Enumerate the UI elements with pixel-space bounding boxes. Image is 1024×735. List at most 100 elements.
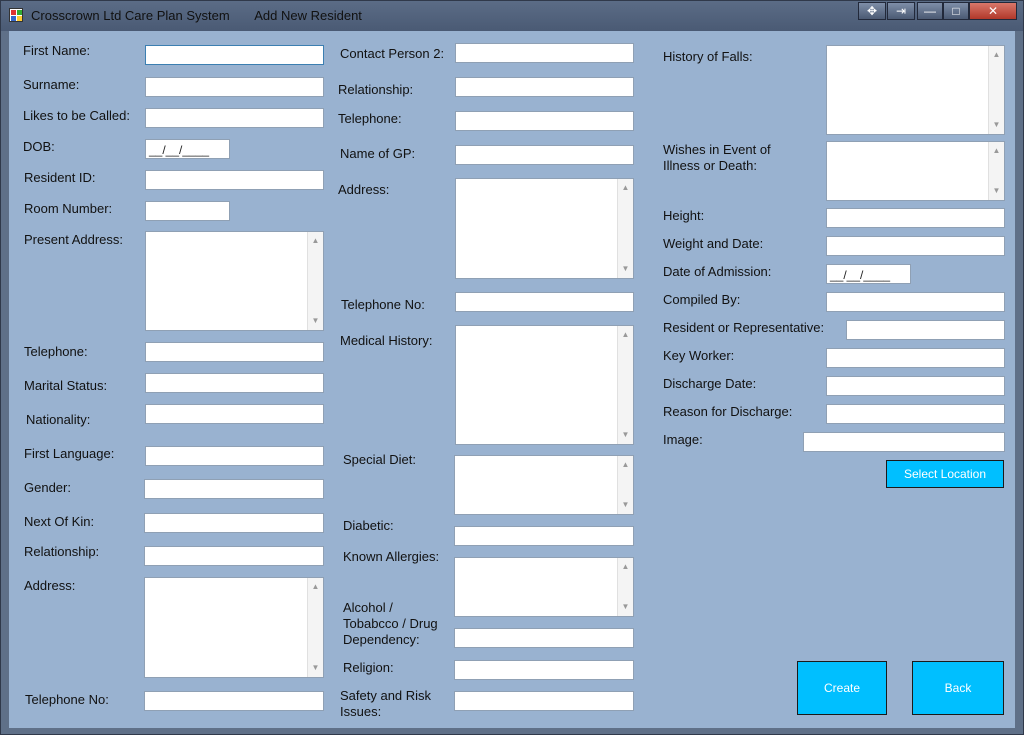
scrollbar[interactable]: ▲ ▼ <box>617 326 633 444</box>
religion-input[interactable] <box>454 660 634 680</box>
scroll-down-icon[interactable]: ▼ <box>989 118 1004 132</box>
date-of-admission-input[interactable]: __/__/____ <box>826 264 911 284</box>
special-diet-textarea[interactable]: ▲ ▼ <box>454 455 634 515</box>
next-of-kin-input[interactable] <box>144 513 324 533</box>
key-worker-input[interactable] <box>826 348 1005 368</box>
relationship-input[interactable] <box>144 546 324 566</box>
resident-or-representative-input[interactable] <box>846 320 1005 340</box>
first-language-input[interactable] <box>145 446 324 466</box>
telephone-no-input[interactable] <box>144 691 324 711</box>
title-bar[interactable]: Crosscrown Ltd Care Plan System Add New … <box>1 1 1023 31</box>
likes-to-be-called-input[interactable] <box>145 108 324 128</box>
present-address-textarea[interactable]: ▲ ▼ <box>145 231 324 331</box>
special-diet-label: Special Diet: <box>343 452 416 467</box>
scrollbar[interactable]: ▲ ▼ <box>617 456 633 514</box>
history-of-falls-label: History of Falls: <box>663 49 753 64</box>
nationality-label: Nationality: <box>26 412 91 427</box>
telephone-2-input[interactable] <box>455 111 634 131</box>
room-number-label: Room Number: <box>24 201 113 216</box>
diabetic-input[interactable] <box>454 526 634 546</box>
surname-label: Surname: <box>23 77 80 92</box>
compiled-by-input[interactable] <box>826 292 1005 312</box>
medical-history-label: Medical History: <box>340 333 433 348</box>
alcohol-label-line2: Tobabcco / Drug <box>343 616 438 631</box>
marital-status-input[interactable] <box>145 373 324 393</box>
app-window: Crosscrown Ltd Care Plan System Add New … <box>0 0 1024 735</box>
minimize-button[interactable]: — <box>917 2 943 20</box>
date-of-admission-label: Date of Admission: <box>663 264 772 279</box>
scrollbar[interactable]: ▲ ▼ <box>307 232 323 330</box>
close-button[interactable]: ✕ <box>969 2 1017 20</box>
scroll-up-icon[interactable]: ▲ <box>989 48 1004 62</box>
maximize-button[interactable]: □ <box>943 2 969 20</box>
back-button[interactable]: Back <box>912 661 1004 715</box>
first-language-label: First Language: <box>24 446 115 461</box>
gp-telephone-no-label: Telephone No: <box>341 297 425 312</box>
resident-id-label: Resident ID: <box>24 170 96 185</box>
scroll-up-icon[interactable]: ▲ <box>618 458 633 472</box>
gp-telephone-no-input[interactable] <box>455 292 634 312</box>
contact-person-2-input[interactable] <box>455 43 634 63</box>
compiled-by-label: Compiled By: <box>663 292 741 307</box>
scroll-up-icon[interactable]: ▲ <box>308 234 323 248</box>
discharge-date-input[interactable] <box>826 376 1005 396</box>
resident-or-representative-label: Resident or Representative: <box>663 320 825 335</box>
first-name-input[interactable] <box>145 45 324 65</box>
height-input[interactable] <box>826 208 1005 228</box>
first-name-label: First Name: <box>23 43 91 58</box>
wishes-textarea[interactable]: ▲ ▼ <box>826 141 1005 201</box>
name-of-gp-input[interactable] <box>455 145 634 165</box>
relationship-2-label: Relationship: <box>338 82 414 97</box>
gender-label: Gender: <box>24 480 71 495</box>
scrollbar[interactable]: ▲ ▼ <box>617 179 633 278</box>
reason-for-discharge-label: Reason for Discharge: <box>663 404 793 419</box>
history-of-falls-textarea[interactable]: ▲ ▼ <box>826 45 1005 135</box>
dependency-input[interactable] <box>454 628 634 648</box>
resident-id-input[interactable] <box>145 170 324 190</box>
scroll-down-icon[interactable]: ▼ <box>618 600 633 614</box>
scroll-down-icon[interactable]: ▼ <box>618 428 633 442</box>
gp-address-textarea[interactable]: ▲ ▼ <box>455 178 634 279</box>
scroll-up-icon[interactable]: ▲ <box>618 560 633 574</box>
image-path-input[interactable] <box>803 432 1005 452</box>
safety-label-line1: Safety and Risk <box>340 688 432 703</box>
select-location-button[interactable]: Select Location <box>886 460 1004 488</box>
move-icon[interactable]: ✥ <box>858 2 886 20</box>
gp-address-label: Address: <box>338 182 390 197</box>
room-number-input[interactable] <box>145 201 230 221</box>
relationship-2-input[interactable] <box>455 77 634 97</box>
scroll-up-icon[interactable]: ▲ <box>308 580 323 594</box>
weight-and-date-input[interactable] <box>826 236 1005 256</box>
add-resident-form: First Name: Surname: Likes to be Called:… <box>9 31 1015 728</box>
scroll-down-icon[interactable]: ▼ <box>618 262 633 276</box>
gender-input[interactable] <box>144 479 324 499</box>
known-allergies-textarea[interactable]: ▲ ▼ <box>454 557 634 617</box>
relationship-label: Relationship: <box>24 544 100 559</box>
medical-history-textarea[interactable]: ▲ ▼ <box>455 325 634 445</box>
scroll-down-icon[interactable]: ▼ <box>308 661 323 675</box>
scroll-down-icon[interactable]: ▼ <box>618 498 633 512</box>
scroll-up-icon[interactable]: ▲ <box>618 181 633 195</box>
reason-for-discharge-input[interactable] <box>826 404 1005 424</box>
nationality-input[interactable] <box>145 404 324 424</box>
dob-input[interactable]: __/__/____ <box>145 139 230 159</box>
scrollbar[interactable]: ▲ ▼ <box>307 578 323 677</box>
scroll-down-icon[interactable]: ▼ <box>308 314 323 328</box>
scroll-up-icon[interactable]: ▲ <box>989 144 1004 158</box>
marital-status-label: Marital Status: <box>24 378 108 393</box>
next-of-kin-label: Next Of Kin: <box>24 514 95 529</box>
weight-and-date-label: Weight and Date: <box>663 236 764 251</box>
scrollbar[interactable]: ▲ ▼ <box>988 46 1004 134</box>
safety-input[interactable] <box>454 691 634 711</box>
scrollbar[interactable]: ▲ ▼ <box>988 142 1004 200</box>
pin-icon[interactable]: ⇥ <box>887 2 915 20</box>
telephone-input[interactable] <box>145 342 324 362</box>
create-button[interactable]: Create <box>797 661 887 715</box>
address-textarea[interactable]: ▲ ▼ <box>144 577 324 678</box>
surname-input[interactable] <box>145 77 324 97</box>
likes-to-be-called-label: Likes to be Called: <box>23 108 130 123</box>
scroll-up-icon[interactable]: ▲ <box>618 328 633 342</box>
telephone-no-label: Telephone No: <box>25 692 109 707</box>
scrollbar[interactable]: ▲ ▼ <box>617 558 633 616</box>
scroll-down-icon[interactable]: ▼ <box>989 184 1004 198</box>
